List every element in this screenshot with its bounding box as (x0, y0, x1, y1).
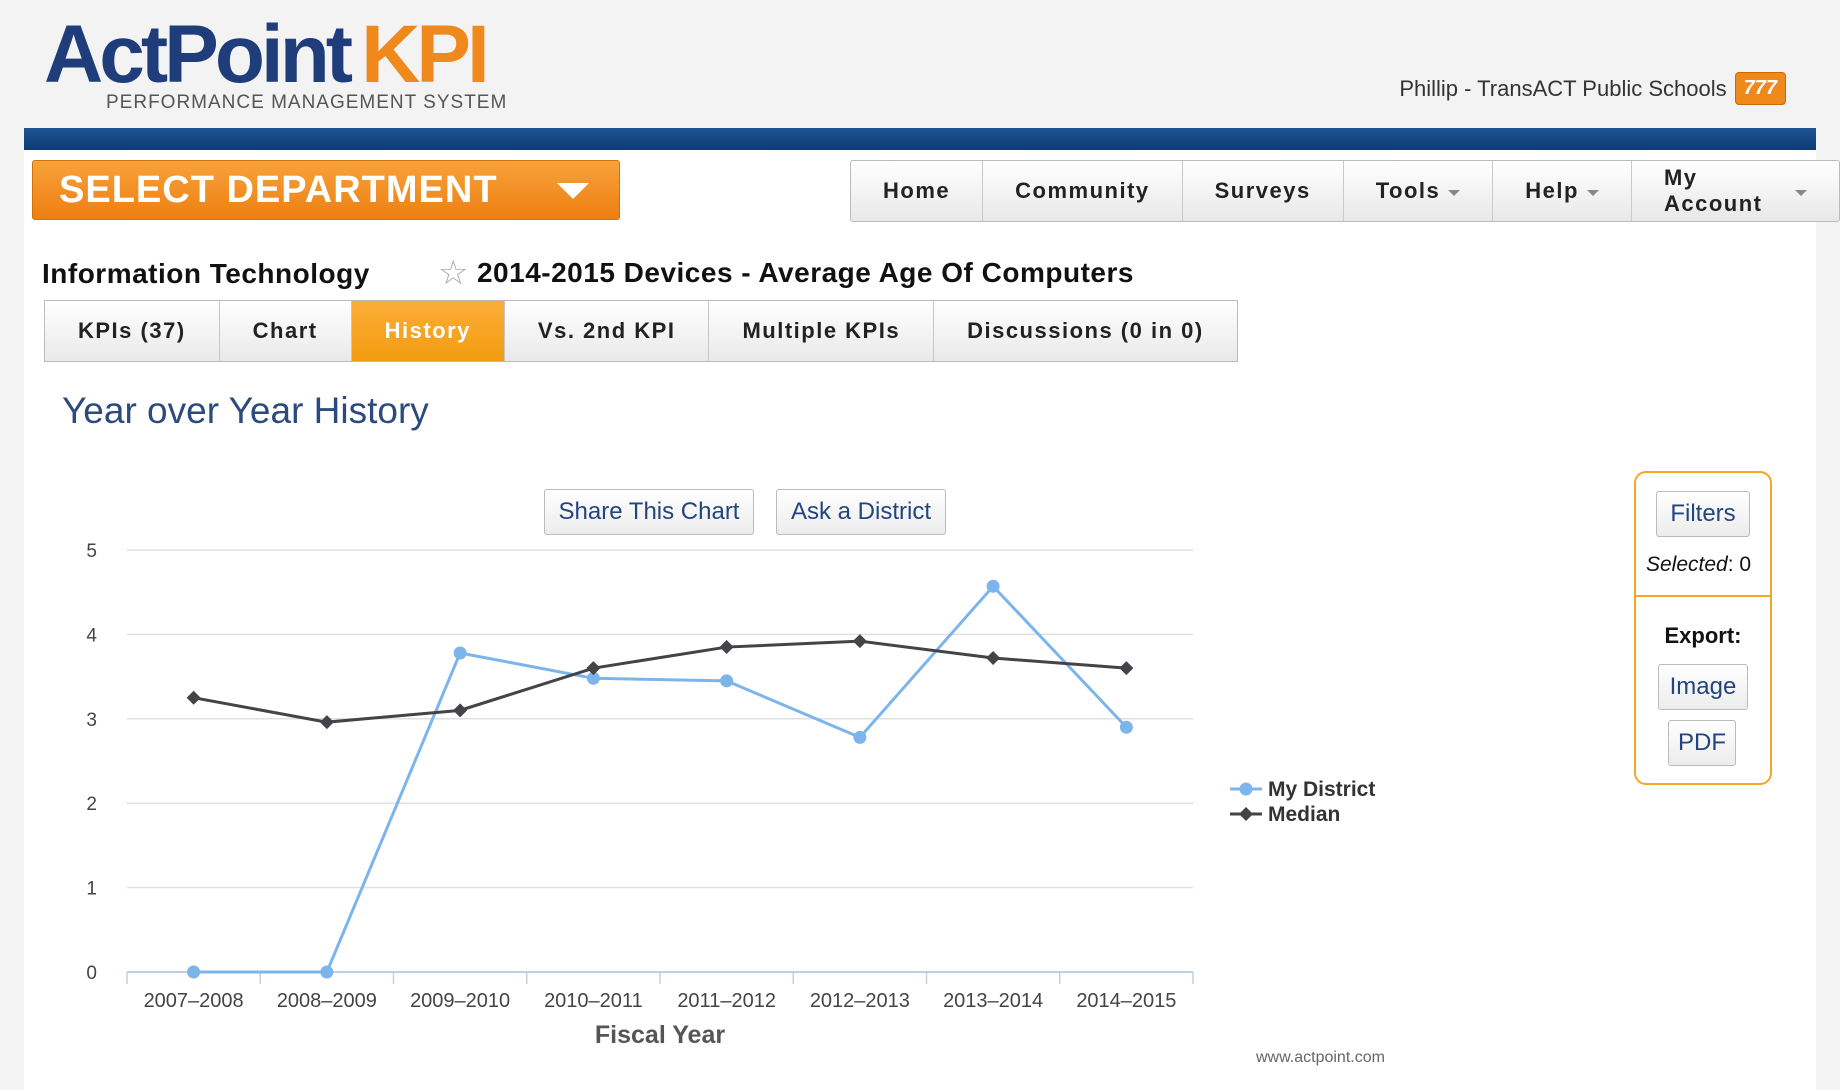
x-tick-label: 2008–2009 (277, 990, 377, 1012)
tab-kpis-label: KPIs (37) (78, 318, 186, 343)
dropdown-arrow-icon (1586, 190, 1599, 196)
data-point (319, 715, 334, 730)
series-line (193, 639, 1127, 724)
dropdown-arrow-icon (1448, 190, 1461, 196)
logo-name-part2: KPI (361, 9, 490, 100)
data-point (986, 651, 1001, 666)
chevron-down-icon (557, 183, 589, 199)
export-image-label: Image (1669, 673, 1737, 700)
app-logo[interactable]: ActPoint KPI PERFORMANCE MANAGEMENT SYSTE… (44, 14, 507, 114)
nav-tools[interactable]: Tools (1344, 161, 1494, 221)
legend-marker (1239, 782, 1253, 796)
legend-marker (1239, 807, 1253, 821)
data-point (720, 674, 734, 688)
data-point (320, 965, 334, 979)
nav-home[interactable]: Home (851, 161, 984, 221)
x-tick-label: 2012–2013 (810, 990, 910, 1012)
y-tick-label: 0 (86, 963, 97, 984)
nav-help-label: Help (1525, 178, 1579, 203)
nav-home-label: Home (883, 178, 951, 203)
kpi-tabs: KPIs (37) Chart History Vs. 2nd KPI Mult… (44, 300, 1238, 362)
dropdown-arrow-icon (1795, 190, 1807, 196)
tab-multiple-kpis[interactable]: Multiple KPIs (709, 301, 935, 361)
selected-value: 0 (1739, 553, 1752, 576)
header-bar (24, 128, 1816, 150)
y-tick-label: 1 (86, 879, 97, 900)
data-point (453, 703, 468, 718)
nav-surveys-label: Surveys (1214, 178, 1311, 203)
filters-label: Filters (1670, 500, 1736, 527)
filters-button[interactable]: Filters (1656, 491, 1750, 537)
main-nav: Home Community Surveys Tools Help My Acc… (850, 160, 1840, 222)
department-name: Information Technology (42, 258, 370, 289)
tab-discussions[interactable]: Discussions (0 in 0) (934, 301, 1237, 361)
nav-community-label: Community (1015, 178, 1150, 203)
tab-multiple-kpis-label: Multiple KPIs (742, 318, 901, 343)
data-point (719, 640, 734, 655)
x-tick-label: 2013–2014 (943, 990, 1043, 1012)
footer-url[interactable]: www.actpoint.com (1256, 1049, 1385, 1067)
export-label: Export: (1664, 623, 1742, 648)
data-point (852, 634, 867, 649)
panel-divider (1636, 595, 1770, 597)
export-pdf-label: PDF (1678, 729, 1726, 756)
nav-help[interactable]: Help (1493, 161, 1632, 221)
filters-export-panel: Filters Selected: 0 Export: Image PDF (1634, 471, 1772, 785)
legend-label: My District (1268, 778, 1375, 801)
x-tick-label: 2009–2010 (410, 990, 510, 1012)
x-tick-label: 2010–2011 (544, 990, 643, 1012)
data-point (186, 690, 201, 705)
ask-district-button[interactable]: Ask a District (776, 489, 946, 535)
tab-vs-2nd-kpi[interactable]: Vs. 2nd KPI (505, 301, 710, 361)
logo-tagline: PERFORMANCE MANAGEMENT SYSTEM (106, 92, 508, 113)
kpi-title-row: ☆ 2014-2015 Devices - Average Age Of Com… (438, 256, 1134, 290)
x-tick-label: 2011–2012 (677, 990, 776, 1012)
share-chart-label: Share This Chart (558, 498, 740, 525)
data-point (187, 965, 201, 979)
data-point (1119, 661, 1134, 676)
data-point (453, 646, 467, 660)
nav-community[interactable]: Community (983, 161, 1183, 221)
notification-badge[interactable]: 777 (1734, 72, 1786, 105)
user-label[interactable]: Phillip - TransACT Public Schools (1399, 76, 1726, 102)
tab-history-label: History (384, 318, 471, 343)
x-tick-label: 2007–2008 (144, 990, 244, 1012)
history-line-chart: 0 1 2 3 4 5 2007–2008 2008–2009 2009–2010 2010–20… (86, 541, 1375, 1049)
data-point (853, 730, 867, 744)
nav-tools-label: Tools (1375, 178, 1441, 203)
data-point (986, 579, 1000, 593)
star-icon[interactable]: ☆ (438, 256, 469, 290)
selected-label: Selected (1646, 553, 1728, 576)
x-axis-title: Fiscal Year (595, 1021, 725, 1049)
y-tick-label: 5 (86, 541, 97, 562)
nav-surveys[interactable]: Surveys (1183, 161, 1344, 221)
data-point (1119, 720, 1133, 734)
nav-my-account-label: My Account (1663, 165, 1763, 216)
share-chart-button[interactable]: Share This Chart (544, 489, 754, 535)
export-pdf-button[interactable]: PDF (1668, 720, 1736, 766)
y-tick-label: 2 (86, 794, 97, 815)
logo-name-part1: ActPoint (44, 9, 353, 100)
kpi-title: 2014-2015 Devices - Average Age Of Compu… (476, 257, 1134, 288)
y-tick-label: 3 (86, 710, 97, 731)
tab-history[interactable]: History (351, 301, 505, 361)
ask-district-label: Ask a District (790, 498, 931, 525)
user-info: Phillip - TransACT Public Schools 777 (1399, 72, 1786, 105)
selected-count: Selected: 0 (1646, 553, 1752, 576)
series-line (193, 584, 1128, 974)
y-tick-label: 4 (86, 625, 97, 646)
data-point (586, 661, 601, 676)
select-department-label: SELECT DEPARTMENT (59, 168, 498, 211)
tab-discussions-label: Discussions (0 in 0) (967, 318, 1204, 343)
tab-vs-2nd-kpi-label: Vs. 2nd KPI (537, 318, 676, 343)
select-department-button[interactable]: SELECT DEPARTMENT (32, 160, 620, 220)
export-image-button[interactable]: Image (1658, 664, 1748, 710)
legend-label: Median (1268, 803, 1340, 826)
tab-chart-label: Chart (252, 318, 318, 343)
section-title: Year over Year History (62, 390, 429, 431)
tab-chart[interactable]: Chart (220, 301, 352, 361)
tab-kpis[interactable]: KPIs (37) (45, 301, 220, 361)
x-tick-label: 2014–2015 (1076, 990, 1176, 1012)
nav-my-account[interactable]: My Account (1632, 161, 1839, 221)
